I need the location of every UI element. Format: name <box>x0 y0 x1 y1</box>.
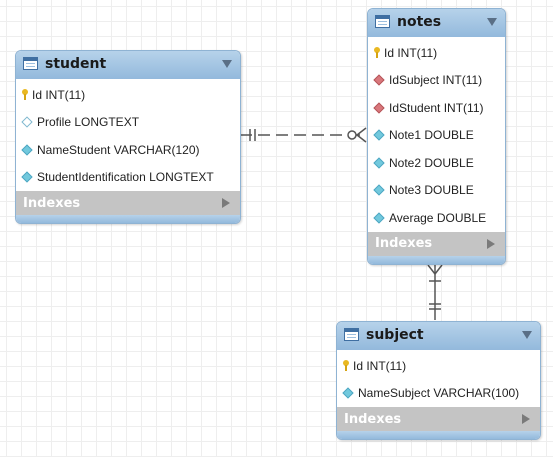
column-row[interactable]: Average DOUBLE <box>368 204 505 232</box>
column-label: IdSubject INT(11) <box>389 73 483 88</box>
column-label: Note3 DOUBLE <box>389 183 474 198</box>
column-icon <box>21 144 33 156</box>
column-row[interactable]: Id INT(11) <box>337 352 540 380</box>
column-label: Profile LONGTEXT <box>37 115 140 130</box>
indexes-label: Indexes <box>375 236 433 251</box>
expand-triangle-icon[interactable] <box>487 238 495 249</box>
column-label: Average DOUBLE <box>389 210 487 225</box>
entity-footer <box>368 255 505 264</box>
entity-subject[interactable]: subject Id INT(11) NameSubject VARCHAR(1… <box>336 321 541 440</box>
crowfoot-marker <box>427 264 436 275</box>
column-label: Note1 DOUBLE <box>389 128 474 143</box>
column-row[interactable]: NameSubject VARCHAR(100) <box>337 380 540 408</box>
er-diagram-canvas: student Id INT(11) Profile LONGTEXT Name… <box>0 0 553 457</box>
key-icon <box>374 47 380 59</box>
column-row[interactable]: Note1 DOUBLE <box>368 122 505 150</box>
column-list: Id INT(11) IdSubject INT(11) IdStudent I… <box>368 37 505 232</box>
indexes-section[interactable]: Indexes <box>337 407 540 431</box>
column-label: NameSubject VARCHAR(100) <box>358 386 520 401</box>
column-row[interactable]: IdStudent INT(11) <box>368 94 505 122</box>
column-row[interactable]: Profile LONGTEXT <box>16 109 240 137</box>
key-icon <box>343 360 349 372</box>
column-label: Id INT(11) <box>32 87 86 102</box>
crowfoot-marker <box>356 127 367 136</box>
indexes-label: Indexes <box>23 195 81 211</box>
column-icon <box>373 129 385 141</box>
entity-footer <box>16 215 240 223</box>
entity-header[interactable]: notes <box>368 9 505 37</box>
column-list: Id INT(11) NameSubject VARCHAR(100) <box>337 350 540 407</box>
indexes-section[interactable]: Indexes <box>16 191 240 215</box>
collapse-triangle-icon[interactable] <box>222 60 232 68</box>
column-icon <box>373 184 385 196</box>
column-row[interactable]: IdSubject INT(11) <box>368 67 505 95</box>
foreign-key-icon <box>373 74 385 86</box>
column-icon <box>21 171 33 183</box>
entity-title: subject <box>366 327 424 343</box>
column-label: IdStudent INT(11) <box>389 100 484 115</box>
entity-notes[interactable]: notes Id INT(11) IdSubject INT(11) IdStu… <box>367 8 506 265</box>
collapse-triangle-icon[interactable] <box>487 18 497 26</box>
column-label: Note2 DOUBLE <box>389 155 474 170</box>
entity-title: notes <box>397 14 442 30</box>
collapse-triangle-icon[interactable] <box>522 331 532 339</box>
column-label: NameStudent VARCHAR(120) <box>37 142 200 157</box>
entity-footer <box>337 431 540 439</box>
column-row[interactable]: Note2 DOUBLE <box>368 149 505 177</box>
indexes-section[interactable]: Indexes <box>368 231 505 256</box>
column-label: StudentIdentification LONGTEXT <box>37 170 214 185</box>
column-label: Id INT(11) <box>384 45 438 60</box>
relation-student-notes[interactable] <box>240 127 367 143</box>
column-label: Id INT(11) <box>353 358 407 373</box>
entity-header[interactable]: student <box>16 51 240 79</box>
column-row[interactable]: Note3 DOUBLE <box>368 177 505 205</box>
expand-triangle-icon[interactable] <box>522 414 530 424</box>
indexes-label: Indexes <box>344 411 402 427</box>
column-row[interactable]: NameStudent VARCHAR(120) <box>16 136 240 164</box>
table-icon <box>375 15 390 28</box>
column-list: Id INT(11) Profile LONGTEXT NameStudent … <box>16 79 240 191</box>
column-row[interactable]: Id INT(11) <box>368 39 505 67</box>
column-icon <box>373 212 385 224</box>
column-row[interactable]: StudentIdentification LONGTEXT <box>16 164 240 192</box>
table-icon <box>344 328 359 341</box>
column-icon <box>342 387 354 399</box>
crowfoot-marker <box>434 264 443 275</box>
nullable-column-icon <box>21 116 33 128</box>
foreign-key-icon <box>373 102 385 114</box>
column-icon <box>373 157 385 169</box>
column-row[interactable]: Id INT(11) <box>16 81 240 109</box>
entity-student[interactable]: student Id INT(11) Profile LONGTEXT Name… <box>15 50 241 224</box>
crowfoot-marker <box>356 134 367 143</box>
expand-triangle-icon[interactable] <box>222 198 230 208</box>
key-icon <box>22 89 28 101</box>
zero-marker <box>347 130 357 140</box>
relation-subject-notes[interactable] <box>427 264 443 320</box>
table-icon <box>23 57 38 70</box>
entity-title: student <box>45 56 107 72</box>
entity-header[interactable]: subject <box>337 322 540 350</box>
